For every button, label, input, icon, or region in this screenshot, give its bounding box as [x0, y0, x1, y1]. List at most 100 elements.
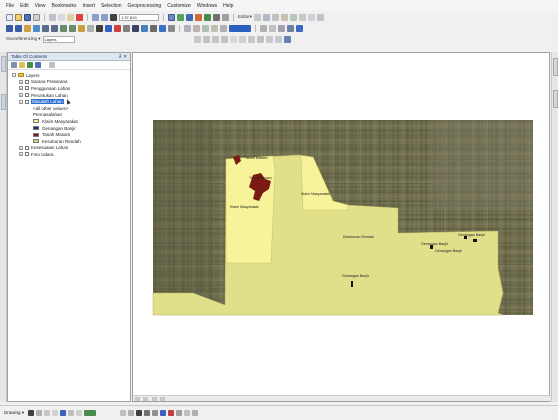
collapse-icon[interactable]: −	[19, 99, 23, 104]
legend-swatch[interactable]	[33, 139, 39, 144]
toc-row[interactable]: + Sarana Prasarana	[8, 79, 130, 86]
contrast-icon[interactable]	[296, 24, 303, 32]
layout-view-icon[interactable]	[143, 397, 149, 401]
redo-icon[interactable]	[101, 13, 108, 21]
add-data-icon[interactable]	[110, 13, 117, 21]
fit-to-display-icon[interactable]	[202, 35, 210, 43]
font-size-icon[interactable]	[68, 410, 75, 416]
toc-row[interactable]: − Layers	[8, 72, 130, 79]
attributes-icon[interactable]	[299, 13, 307, 21]
measure-icon[interactable]	[132, 24, 139, 32]
zoom-in-icon[interactable]	[6, 24, 13, 32]
layout-tool-3-icon[interactable]	[202, 24, 209, 32]
new-document-icon[interactable]	[6, 13, 13, 21]
bold-text-icon[interactable]	[136, 410, 143, 416]
select-elements-draw-icon[interactable]	[28, 410, 35, 416]
html-popup-icon[interactable]	[123, 24, 130, 32]
toc-close-icon[interactable]: ✕	[123, 54, 127, 59]
underline-text-icon[interactable]	[152, 410, 159, 416]
search-window-icon[interactable]	[195, 13, 202, 21]
legend-swatch[interactable]	[33, 126, 39, 131]
layer-visibility-checkbox[interactable]	[25, 99, 29, 104]
menu-help[interactable]: Help	[223, 3, 233, 9]
genangan-banjir-marker-4[interactable]	[351, 281, 353, 287]
right-dock-tab-2[interactable]	[553, 90, 558, 108]
genangan-banjir-marker-3[interactable]	[473, 239, 477, 242]
layer-visibility-checkbox[interactable]	[25, 93, 29, 98]
editor-toolbar-icon[interactable]	[168, 13, 175, 21]
paste-icon[interactable]	[67, 13, 74, 21]
layer-dropdown[interactable]: Layers	[42, 35, 75, 43]
fixed-zoom-in-icon[interactable]	[42, 24, 49, 32]
text-draw-icon[interactable]	[52, 410, 59, 416]
toc-row[interactable]: <all other values>	[8, 105, 130, 112]
split-icon[interactable]	[281, 13, 289, 21]
save-icon[interactable]	[24, 13, 31, 21]
auto-adjust-icon[interactable]	[238, 35, 246, 43]
right-dock-tab-1[interactable]	[553, 58, 558, 76]
swipe-icon[interactable]	[260, 24, 267, 32]
toc-row[interactable]: Permasalahan	[8, 112, 130, 119]
layout-tool-2-icon[interactable]	[193, 24, 200, 32]
identify-icon[interactable]	[105, 24, 112, 32]
menu-bookmarks[interactable]: Bookmarks	[51, 3, 76, 9]
brightness-icon[interactable]	[287, 24, 294, 32]
data-view-icon[interactable]	[135, 397, 140, 401]
view-link-table-icon[interactable]	[229, 35, 237, 43]
expand-icon[interactable]: +	[19, 79, 23, 84]
menu-customize[interactable]: Customize	[167, 3, 191, 9]
flicker-icon[interactable]	[269, 24, 276, 32]
menu-selection[interactable]: Selection	[101, 3, 122, 9]
rotate-icon[interactable]	[290, 13, 298, 21]
shift-raster-icon[interactable]	[220, 35, 228, 43]
model-builder-icon[interactable]	[222, 13, 229, 21]
line-color-icon[interactable]	[84, 410, 97, 416]
delete-link-icon[interactable]	[274, 35, 282, 43]
toc-row[interactable]: + Foto Udara	[8, 151, 130, 158]
time-slider-icon[interactable]	[168, 24, 175, 32]
toc-row[interactable]: + Penggunaan Lahan	[8, 85, 130, 92]
find-icon[interactable]	[141, 24, 148, 32]
shadow-icon[interactable]	[184, 410, 191, 416]
copy-icon[interactable]	[58, 13, 65, 21]
rotate-raster-icon[interactable]	[211, 35, 219, 43]
editor-menu[interactable]: Editor▾	[238, 14, 252, 20]
select-features-icon[interactable]	[78, 24, 85, 32]
cut-icon[interactable]	[49, 13, 56, 21]
delete-icon[interactable]	[76, 13, 83, 21]
sketch-properties-icon[interactable]	[308, 13, 316, 21]
rectangle-draw-icon[interactable]	[44, 410, 51, 416]
outline-icon[interactable]	[128, 410, 135, 416]
more-draw-options-icon[interactable]	[192, 410, 199, 416]
text-color-icon[interactable]	[160, 410, 167, 416]
select-control-point-icon[interactable]	[256, 35, 264, 43]
menu-geoprocessing[interactable]: Geoprocessing	[128, 3, 162, 9]
find-route-icon[interactable]	[150, 24, 157, 32]
hyperlink-icon[interactable]	[114, 24, 121, 32]
python-icon[interactable]	[213, 13, 220, 21]
layer-visibility-checkbox[interactable]	[25, 79, 29, 84]
rotate-draw-icon[interactable]	[36, 410, 43, 416]
expand-icon[interactable]: +	[19, 152, 23, 157]
toc-row[interactable]: Genangan Banjir	[8, 125, 130, 132]
menu-edit[interactable]: Edit	[20, 3, 29, 9]
rectify-icon[interactable]	[283, 35, 291, 43]
layout-tool-4-icon[interactable]	[211, 24, 218, 32]
print-icon[interactable]	[33, 13, 40, 21]
toc-row[interactable]: + Kesesuaian Lahan	[8, 145, 130, 152]
pan-icon[interactable]	[24, 24, 31, 32]
effects-icon[interactable]	[278, 24, 285, 32]
map-display[interactable]: Tanah Masam Tanah Masam Klaim Masyarakat…	[132, 52, 551, 402]
add-control-points-icon[interactable]	[193, 35, 201, 43]
drawing-menu[interactable]: Drawing ▾	[4, 410, 24, 416]
layer-visibility-checkbox[interactable]	[25, 145, 29, 150]
table-of-contents-icon[interactable]	[177, 13, 184, 21]
line-style-icon[interactable]	[176, 410, 183, 416]
pause-drawing-icon[interactable]	[160, 397, 166, 401]
go-to-xy-icon[interactable]	[159, 24, 166, 32]
expand-icon[interactable]: +	[19, 145, 23, 150]
reshape-icon[interactable]	[272, 13, 280, 21]
catalog-dock-tab[interactable]	[1, 56, 6, 72]
layout-tool-icon[interactable]	[184, 24, 191, 32]
go-forward-icon[interactable]	[69, 24, 76, 32]
